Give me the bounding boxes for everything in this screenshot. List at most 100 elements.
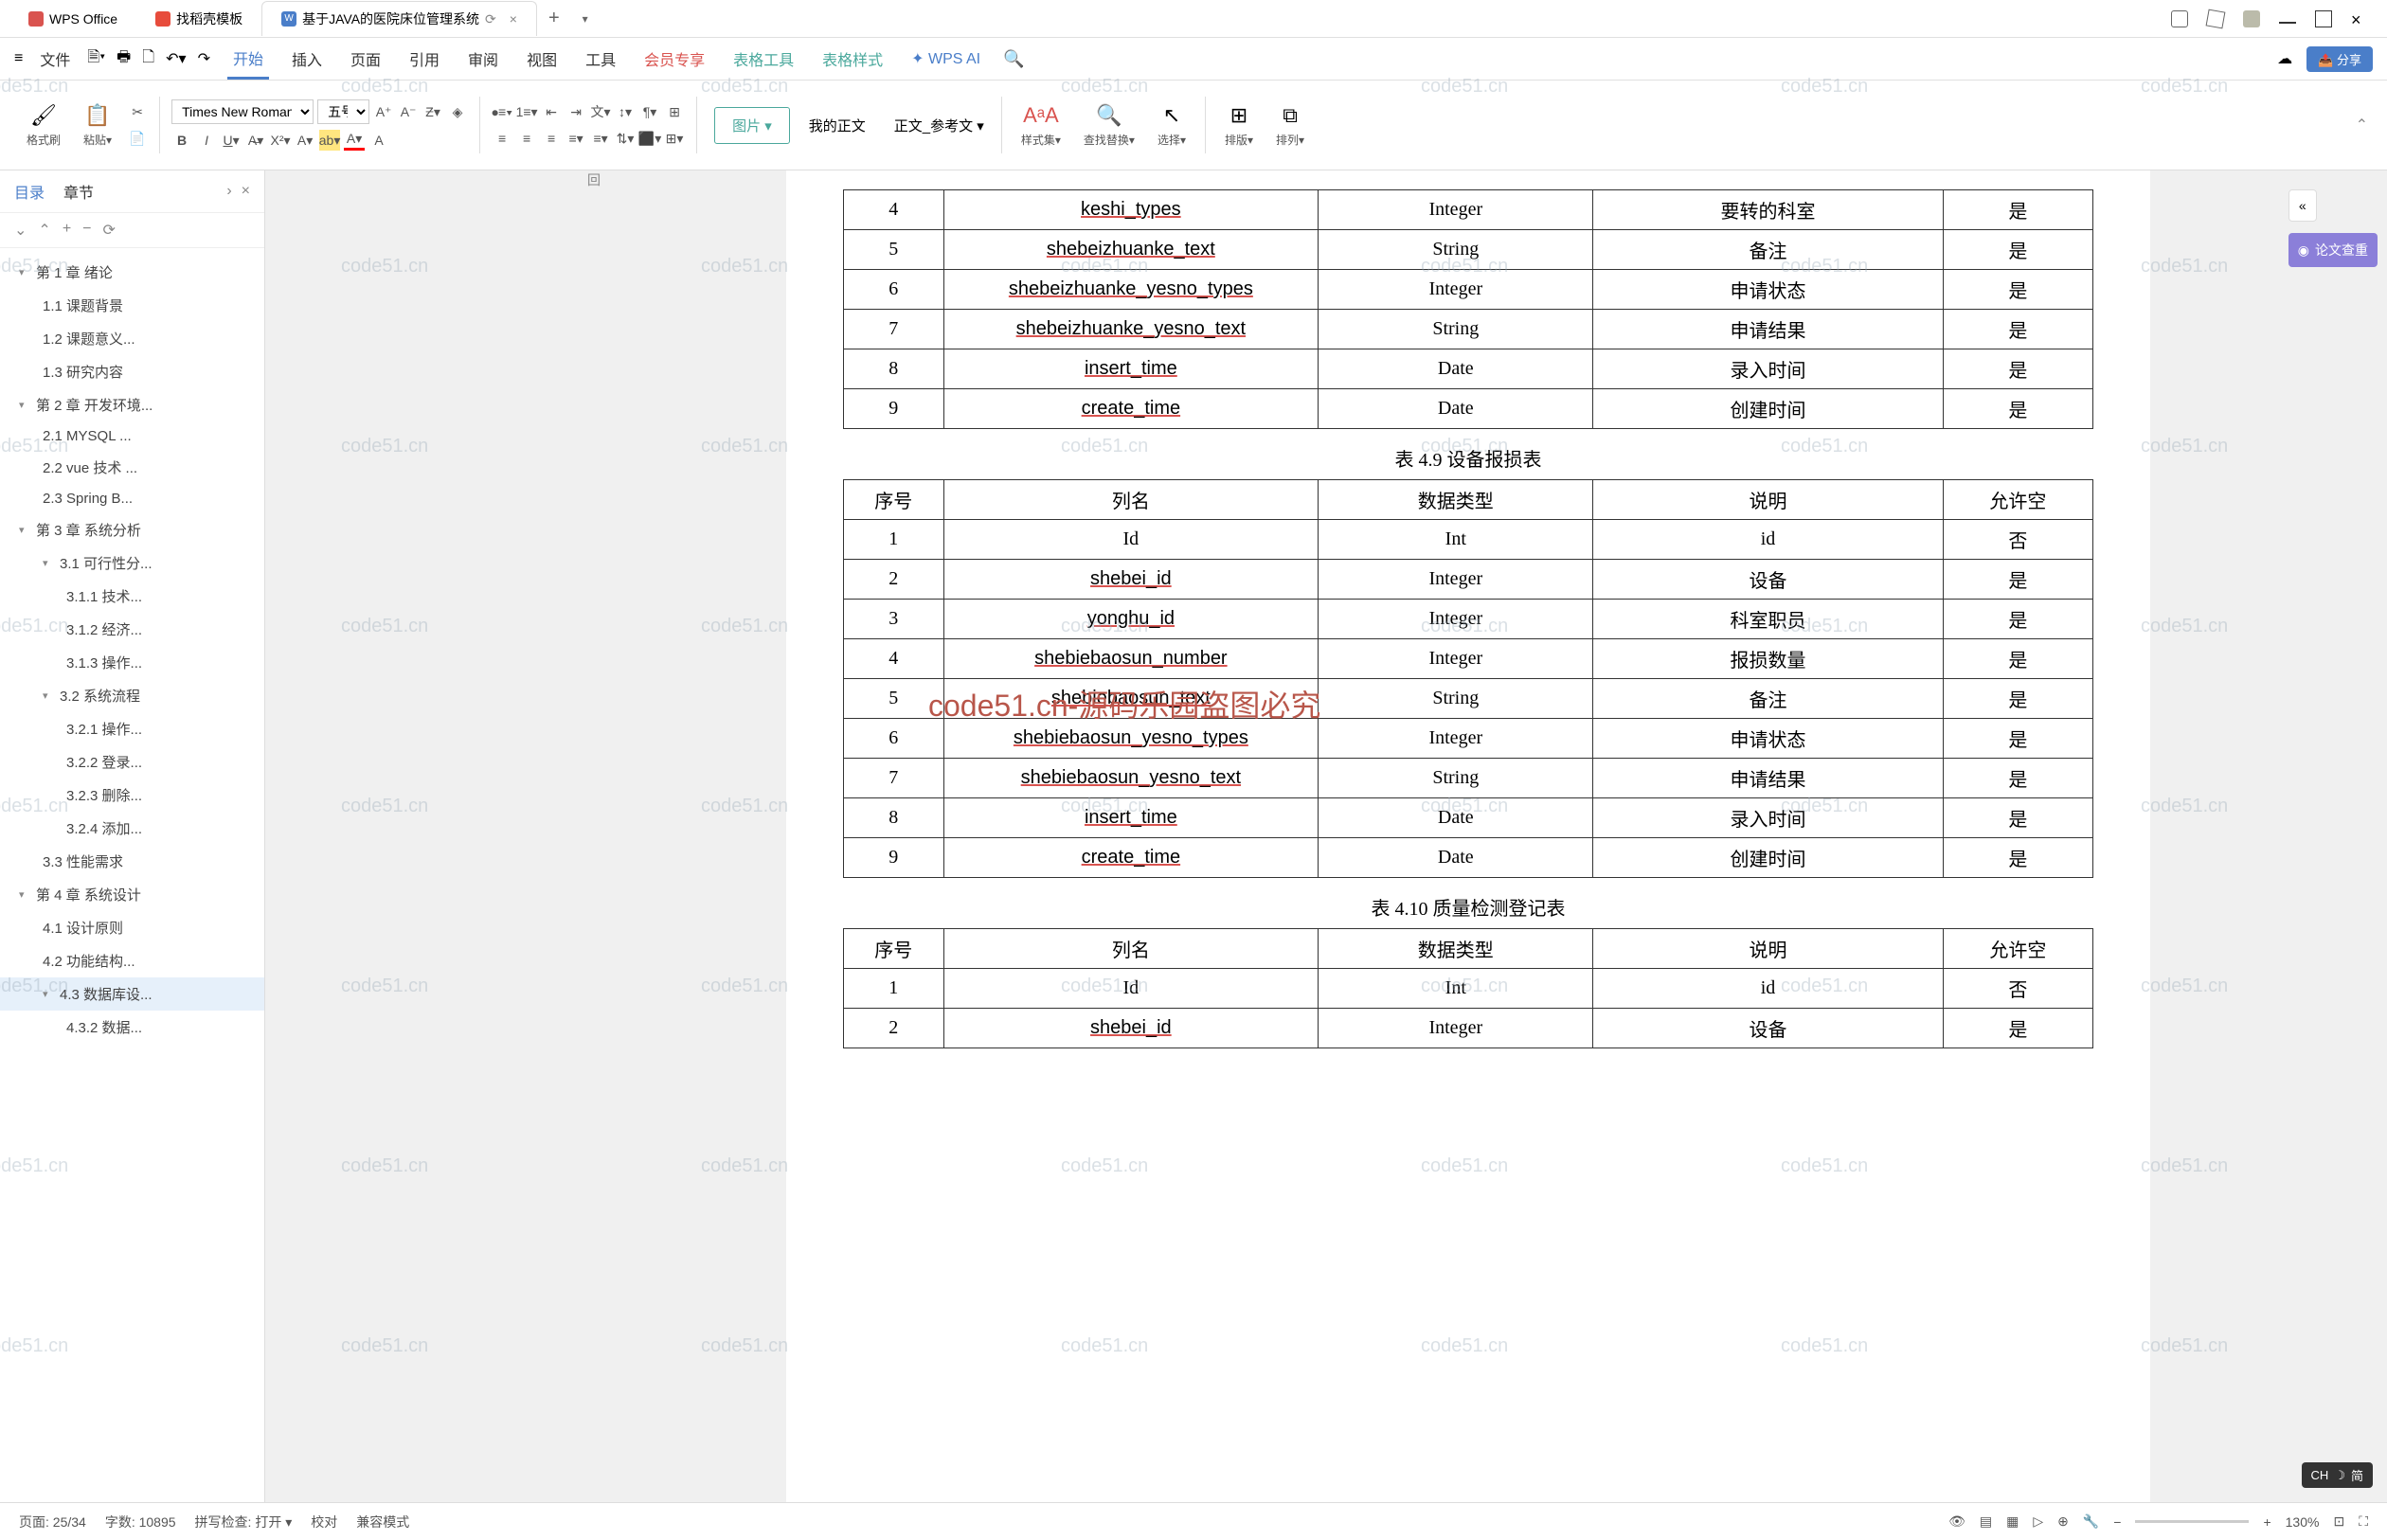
table-cell[interactable]: shebeizhuanke_yesno_types xyxy=(943,270,1319,310)
table-cell[interactable]: 科室职员 xyxy=(1593,600,1943,639)
toc-item[interactable]: 3.3 性能需求 xyxy=(0,845,264,878)
side-next-icon[interactable]: › xyxy=(226,183,231,200)
tool-icon[interactable]: 🔧 xyxy=(2083,1513,2099,1530)
insert-menu[interactable]: 插入 xyxy=(286,40,328,78)
zoom-in-icon[interactable]: + xyxy=(2263,1514,2270,1530)
toc-item[interactable]: 3.1.2 经济... xyxy=(0,613,264,646)
redo-icon[interactable]: ↷ xyxy=(198,49,210,68)
hamburger-icon[interactable]: ≡ xyxy=(14,50,23,67)
indent-icon[interactable]: ⇥ xyxy=(565,101,586,122)
borders-icon[interactable]: ⊞ xyxy=(664,101,685,122)
search-icon[interactable]: 🔍 xyxy=(1003,49,1024,69)
table-cell[interactable]: 备注 xyxy=(1593,679,1943,719)
table-cell[interactable]: 申请结果 xyxy=(1593,759,1943,798)
table-2[interactable]: 序号列名数据类型说明允许空1IdIntid否2shebei_idInteger设… xyxy=(843,479,2093,878)
toc-item[interactable]: 3.2.3 删除... xyxy=(0,779,264,812)
fit-icon[interactable]: ⊡ xyxy=(2333,1513,2344,1530)
select-icon[interactable]: ↖ xyxy=(1163,103,1180,128)
remove-icon[interactable]: − xyxy=(82,221,91,240)
table-cell[interactable]: 是 xyxy=(1943,389,2092,429)
table-cell[interactable]: Integer xyxy=(1319,600,1593,639)
table-cell[interactable]: 7 xyxy=(844,759,944,798)
toc-item[interactable]: ▾第 3 章 系统分析 xyxy=(0,513,264,546)
chapter-tab[interactable]: 章节 xyxy=(63,180,94,203)
sort-icon[interactable]: ↕▾ xyxy=(615,101,636,122)
table-cell[interactable]: 否 xyxy=(1943,969,2092,1009)
play-icon[interactable]: ▷ xyxy=(2033,1513,2043,1530)
table-cell[interactable]: 2 xyxy=(844,1009,944,1048)
line-spacing-icon[interactable]: ⇅▾ xyxy=(615,128,636,149)
table-cell[interactable]: Integer xyxy=(1319,270,1593,310)
table-cell[interactable]: id xyxy=(1593,969,1943,1009)
tablestyle-menu[interactable]: 表格样式 xyxy=(817,40,888,78)
start-menu[interactable]: 开始 xyxy=(227,39,269,80)
word-count[interactable]: 字数: 10895 xyxy=(105,1513,176,1531)
table-cell[interactable]: shebiebaosun_text xyxy=(943,679,1319,719)
toc-tab[interactable]: 目录 xyxy=(14,180,45,203)
wps-office-tab[interactable]: WPS Office xyxy=(9,4,136,34)
table-cell[interactable]: 申请结果 xyxy=(1593,310,1943,349)
collapse-right-button[interactable]: « xyxy=(2288,189,2317,222)
maximize-button[interactable] xyxy=(2315,10,2332,27)
table-cell[interactable]: 是 xyxy=(1943,230,2092,270)
toc-item[interactable]: ▾3.2 系统流程 xyxy=(0,679,264,712)
table-cell[interactable]: Id xyxy=(943,969,1319,1009)
expand-all-icon[interactable]: ⌃ xyxy=(38,221,50,240)
table-cell[interactable]: 设备 xyxy=(1593,1009,1943,1048)
table-cell[interactable]: 6 xyxy=(844,270,944,310)
undo-icon[interactable]: ↶▾ xyxy=(166,49,186,68)
outdent-icon[interactable]: ⇤ xyxy=(541,101,562,122)
find-icon[interactable]: 🔍 xyxy=(1096,103,1122,128)
table-cell[interactable]: 否 xyxy=(1943,520,2092,560)
table-cell[interactable]: 是 xyxy=(1943,679,2092,719)
table-cell[interactable]: shebiebaosun_yesno_types xyxy=(943,719,1319,759)
table-cell[interactable]: 录入时间 xyxy=(1593,349,1943,389)
align-right-icon[interactable]: ≡ xyxy=(541,128,562,149)
table-cell[interactable]: 是 xyxy=(1943,270,2092,310)
zoom-level[interactable]: 130% xyxy=(2286,1514,2320,1530)
table-cell[interactable]: 是 xyxy=(1943,838,2092,878)
file-menu[interactable]: 文件 xyxy=(34,40,76,78)
view-mode-2-icon[interactable]: ▦ xyxy=(2006,1513,2019,1530)
language-badge[interactable]: CH ☽ 简 xyxy=(2302,1462,2373,1488)
fullscreen-icon[interactable]: ⛶ xyxy=(2359,1513,2368,1530)
highlight-icon[interactable]: ab▾ xyxy=(319,130,340,151)
compat-mode[interactable]: 兼容模式 xyxy=(356,1513,409,1531)
collapse-all-icon[interactable]: ⌄ xyxy=(14,221,27,240)
table-cell[interactable]: Date xyxy=(1319,798,1593,838)
toc-item[interactable]: 3.1.3 操作... xyxy=(0,646,264,679)
close-window-button[interactable]: × xyxy=(2351,10,2368,27)
table-cell[interactable]: Date xyxy=(1319,838,1593,878)
member-menu[interactable]: 会员专享 xyxy=(638,40,710,78)
table-cell[interactable]: Integer xyxy=(1319,639,1593,679)
table-cell[interactable]: String xyxy=(1319,759,1593,798)
toc-item[interactable]: 4.3.2 数据... xyxy=(0,1011,264,1044)
cube-icon[interactable] xyxy=(2206,9,2226,28)
table-cell[interactable]: create_time xyxy=(943,838,1319,878)
table-cell[interactable]: 4 xyxy=(844,639,944,679)
change-case-icon[interactable]: Ƶ▾ xyxy=(422,101,443,122)
close-tab-icon[interactable]: × xyxy=(510,11,517,27)
cut-icon[interactable]: ✂ xyxy=(127,101,148,122)
para-mark-icon[interactable]: ¶▾ xyxy=(639,101,660,122)
italic-icon[interactable]: I xyxy=(196,130,217,151)
table-cell[interactable]: String xyxy=(1319,230,1593,270)
toc-item[interactable]: 1.1 课题背景 xyxy=(0,289,264,322)
align-left-icon[interactable]: ≡ xyxy=(492,128,512,149)
copy-icon[interactable]: 📄 xyxy=(127,128,148,149)
table-cell[interactable]: create_time xyxy=(943,389,1319,429)
cloud-icon[interactable]: ☁ xyxy=(2277,49,2292,68)
table-cell[interactable]: 1 xyxy=(844,969,944,1009)
bullet-list-icon[interactable]: ⦁≡▾ xyxy=(492,101,512,122)
toc-item[interactable]: ▾第 2 章 开发环境... xyxy=(0,388,264,421)
table-cell[interactable]: shebiebaosun_yesno_text xyxy=(943,759,1319,798)
toc-item[interactable]: 1.3 研究内容 xyxy=(0,355,264,388)
fontsize-select[interactable]: 五号 xyxy=(317,99,369,124)
zoom-out-icon[interactable]: − xyxy=(2113,1514,2121,1530)
table-3[interactable]: 序号列名数据类型说明允许空1IdIntid否2shebei_idInteger设… xyxy=(843,928,2093,1048)
toc-item[interactable]: 3.1.1 技术... xyxy=(0,580,264,613)
tab-dropdown[interactable]: ▾ xyxy=(571,12,600,26)
share-button[interactable]: 📤 分享 xyxy=(2306,46,2373,72)
toc-item[interactable]: 1.2 课题意义... xyxy=(0,322,264,355)
styleset-icon[interactable]: AᵃA xyxy=(1023,103,1059,128)
